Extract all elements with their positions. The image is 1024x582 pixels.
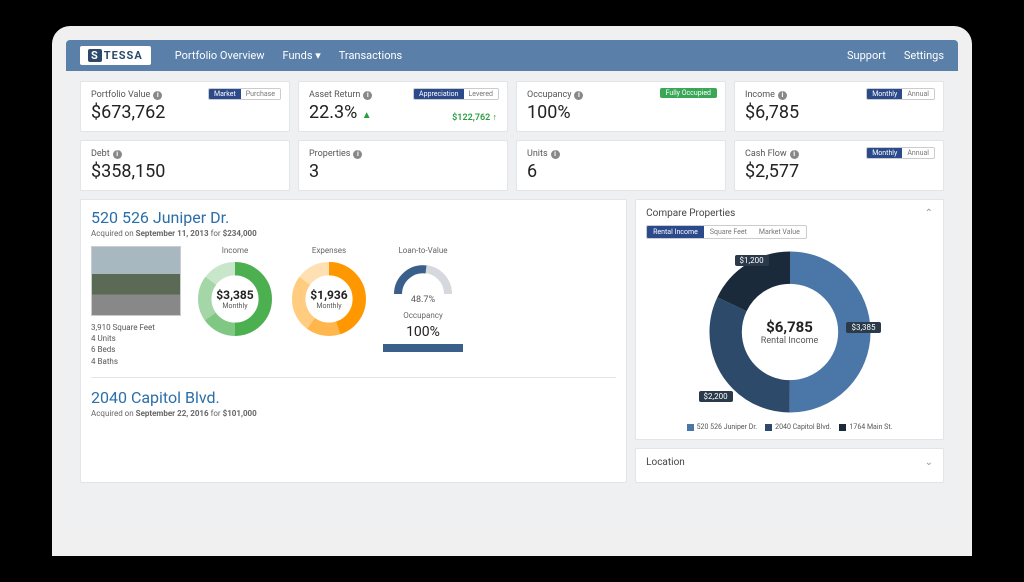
kpi-label: Cash Flow [745, 149, 787, 159]
compare-legend: 520 526 Juniper Dr. 2040 Capitol Blvd. 1… [646, 423, 933, 431]
toggle-appreciation-levered[interactable]: AppreciationLevered [413, 88, 499, 100]
property-photo[interactable] [91, 246, 181, 316]
property-title[interactable]: 2040 Capitol Blvd. [91, 388, 616, 407]
compare-toggle[interactable]: Rental Income Square Feet Market Value [646, 225, 807, 239]
property-body: 3,910 Square Feet 4 Units 6 Beds 4 Baths… [91, 246, 616, 367]
property-acquired: Acquired on September 11, 2013 for $234,… [91, 229, 616, 238]
property-acquired: Acquired on September 22, 2016 for $101,… [91, 409, 616, 418]
property-thumb-col: 3,910 Square Feet 4 Units 6 Beds 4 Baths [91, 246, 181, 367]
kpi-value: 100% [527, 102, 715, 123]
legend-item[interactable]: 1764 Main St. [839, 423, 892, 431]
legend-item[interactable]: 2040 Capitol Blvd. [765, 423, 831, 431]
divider [91, 377, 616, 378]
nav-portfolio[interactable]: Portfolio Overview [175, 49, 265, 62]
kpi-row-2: Debti $358,150 Propertiesi 3 Unitsi 6 Ca… [80, 140, 944, 191]
legend-item[interactable]: 520 526 Juniper Dr. [687, 423, 758, 431]
delta-value: $122,762 ↑ [452, 112, 497, 123]
nav-support[interactable]: Support [847, 49, 886, 62]
kpi-asset-return: Asset Returni 22.3% ▲ AppreciationLevere… [298, 81, 508, 132]
chevron-down-icon: ▾ [315, 49, 321, 62]
app-screen: S TESSA Portfolio Overview Funds ▾ Trans… [66, 40, 958, 528]
kpi-occupancy: Occupancyi 100% Fully Occupied [516, 81, 726, 132]
panel-header: Location ⌄ [646, 457, 933, 468]
info-icon[interactable]: i [778, 91, 787, 100]
trend-up-icon: ▲ [362, 110, 372, 121]
kpi-label: Portfolio Value [91, 90, 150, 100]
kpi-label: Units [527, 149, 548, 159]
info-icon[interactable]: i [353, 150, 362, 159]
kpi-value: $6,785 [745, 102, 933, 123]
section-label: Loan-to-Value [398, 246, 447, 255]
kpi-value: $2,577 [745, 161, 933, 182]
nav-transactions[interactable]: Transactions [339, 49, 402, 62]
lower-section: 520 526 Juniper Dr. Acquired on Septembe… [80, 199, 944, 483]
info-icon[interactable]: i [551, 150, 560, 159]
panel-title: Location [646, 457, 685, 468]
toggle-monthly-annual[interactable]: MonthlyAnnual [866, 147, 935, 159]
logo-mark: S [88, 49, 102, 62]
kpi-value: $673,762 [91, 102, 279, 123]
info-icon[interactable]: i [574, 91, 583, 100]
kpi-income: Incomei $6,785 MonthlyAnnual [734, 81, 944, 132]
kpi-value: $358,150 [91, 161, 279, 182]
brand-logo[interactable]: S TESSA [80, 46, 151, 65]
kpi-label: Occupancy [527, 90, 571, 100]
laptop-frame: S TESSA Portfolio Overview Funds ▾ Trans… [52, 26, 972, 556]
section-label: Expenses [312, 246, 346, 255]
kpi-label: Debt [91, 149, 110, 159]
info-icon[interactable]: i [113, 150, 122, 159]
nav-main: Portfolio Overview Funds ▾ Transactions [175, 49, 402, 62]
income-donut[interactable]: $3,385Monthly [195, 259, 275, 339]
toggle-monthly-annual[interactable]: MonthlyAnnual [866, 88, 935, 100]
kpi-units: Unitsi 6 [516, 140, 726, 191]
occupancy-bar [383, 344, 463, 352]
chevron-down-icon: ⌄ [925, 457, 933, 468]
expenses-donut-col: Expenses $1,936Monthly [289, 246, 369, 339]
section-label: Income [222, 246, 249, 255]
kpi-label: Properties [309, 149, 350, 159]
info-icon[interactable]: i [363, 91, 372, 100]
info-icon[interactable]: i [153, 91, 162, 100]
occupancy-value: 100% [406, 324, 440, 340]
slice-label: $1,200 [735, 255, 769, 266]
compare-panel: Compare Properties ⌃ Rental Income Squar… [635, 199, 944, 440]
kpi-value: 6 [527, 161, 715, 182]
chevron-up-icon: ⌃ [925, 208, 933, 219]
property-detail-card: 520 526 Juniper Dr. Acquired on Septembe… [80, 199, 627, 483]
page-body: Portfolio Valuei $673,762 MarketPurchase… [66, 71, 958, 493]
ltv-gauge[interactable] [388, 259, 458, 299]
kpi-cashflow: Cash Flowi $2,577 MonthlyAnnual [734, 140, 944, 191]
info-icon[interactable]: i [790, 150, 799, 159]
income-donut-col: Income $3,385Monthly [195, 246, 275, 339]
nav-settings[interactable]: Settings [904, 49, 944, 62]
toggle-market-purchase[interactable]: MarketPurchase [208, 88, 281, 100]
expenses-donut[interactable]: $1,936Monthly [289, 259, 369, 339]
occupancy-badge: Fully Occupied [660, 88, 717, 98]
section-label: Occupancy [403, 311, 443, 320]
kpi-properties: Propertiesi 3 [298, 140, 508, 191]
topbar: S TESSA Portfolio Overview Funds ▾ Trans… [66, 40, 958, 71]
location-panel[interactable]: Location ⌄ [635, 448, 944, 483]
kpi-label: Income [745, 90, 775, 100]
kpi-portfolio-value: Portfolio Valuei $673,762 MarketPurchase [80, 81, 290, 132]
kpi-debt: Debti $358,150 [80, 140, 290, 191]
nav-right: Support Settings [847, 49, 944, 62]
kpi-value: 3 [309, 161, 497, 182]
right-col: Compare Properties ⌃ Rental Income Squar… [635, 199, 944, 483]
kpi-row-1: Portfolio Valuei $673,762 MarketPurchase… [80, 81, 944, 132]
panel-title: Compare Properties [646, 208, 735, 219]
kpi-label: Asset Return [309, 90, 360, 100]
nav-funds[interactable]: Funds ▾ [283, 49, 321, 62]
compare-donut[interactable]: $6,785Rental Income $1,200 $3,385 $2,200 [705, 247, 875, 417]
slice-label: $2,200 [699, 391, 733, 402]
logo-text: TESSA [104, 49, 143, 62]
slice-label: $3,385 [846, 322, 880, 333]
ltv-occ-col: Loan-to-Value 48.7% Occupancy 100% [383, 246, 463, 352]
panel-header[interactable]: Compare Properties ⌃ [646, 208, 933, 219]
property-stats: 3,910 Square Feet 4 Units 6 Beds 4 Baths [91, 322, 181, 367]
property-title[interactable]: 520 526 Juniper Dr. [91, 208, 616, 227]
